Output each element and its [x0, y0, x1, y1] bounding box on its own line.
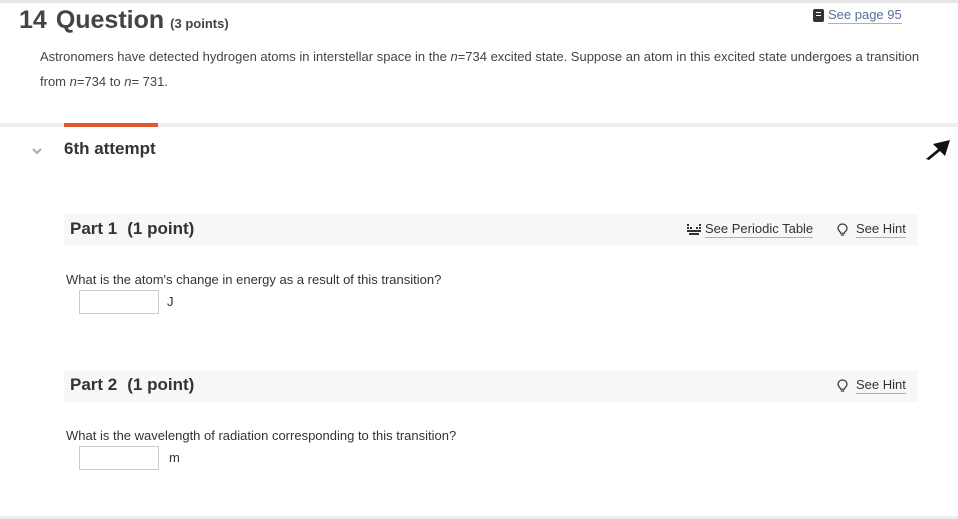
- part-2-title: Part 2 (1 point): [70, 375, 195, 394]
- see-hint-link-part-1[interactable]: See Hint: [837, 221, 906, 238]
- pin-icon[interactable]: [924, 137, 952, 161]
- part-1-title: Part 1 (1 point): [70, 219, 195, 238]
- top-divider: [0, 0, 958, 3]
- see-periodic-table-label[interactable]: See Periodic Table: [705, 221, 814, 238]
- see-hint-label-part-2[interactable]: See Hint: [856, 377, 906, 394]
- part-1-header: Part 1 (1 point) See Periodic Table See H…: [64, 214, 918, 246]
- lightbulb-icon: [837, 378, 848, 392]
- see-page-label[interactable]: See page 95: [828, 7, 902, 24]
- question-word: Question: [55, 6, 165, 34]
- question-text: Astronomers have detected hydrogen atoms…: [40, 49, 920, 89]
- part-1-answer-input[interactable]: [79, 290, 159, 314]
- attempt-label: 6th attempt: [64, 139, 156, 158]
- chevron-down-icon[interactable]: [31, 145, 43, 157]
- part-1-unit: J: [167, 294, 174, 309]
- part-2-answer-input[interactable]: [79, 446, 159, 470]
- lightbulb-icon: [837, 222, 848, 236]
- part-1-prompt: What is the atom's change in energy as a…: [66, 272, 442, 287]
- question-number: 14: [19, 6, 47, 34]
- periodic-table-icon: [687, 224, 701, 235]
- part-2-header: Part 2 (1 point) See Hint: [64, 370, 918, 402]
- see-periodic-table-link[interactable]: See Periodic Table: [687, 221, 814, 238]
- see-hint-link-part-2[interactable]: See Hint: [837, 377, 906, 394]
- book-icon: [813, 9, 824, 22]
- part-2-unit: m: [169, 450, 180, 465]
- question-points: (3 points): [170, 16, 229, 31]
- see-hint-label-part-1[interactable]: See Hint: [856, 221, 906, 238]
- question-header: 14 Question (3 points): [19, 6, 229, 40]
- attempt-accent-bar: [64, 123, 158, 127]
- see-page-link[interactable]: See page 95: [813, 7, 902, 24]
- part-2-prompt: What is the wavelength of radiation corr…: [66, 428, 457, 443]
